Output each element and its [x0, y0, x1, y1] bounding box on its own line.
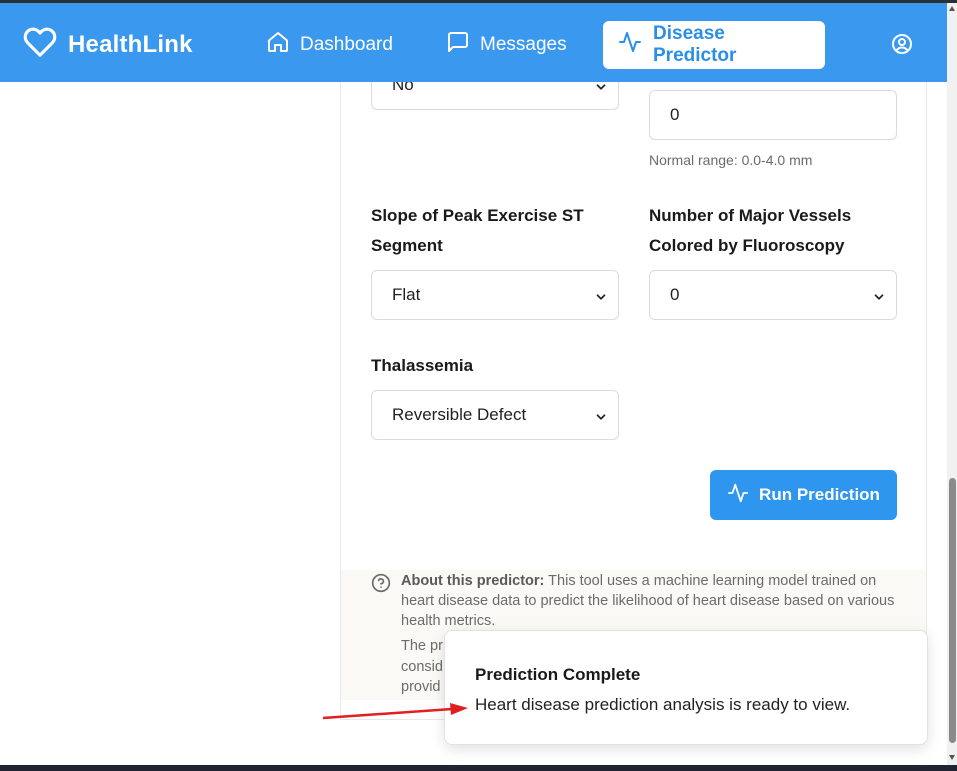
- thalassemia-value: Reversible Defect: [392, 405, 527, 424]
- help-circle-icon: [371, 573, 391, 598]
- about-predictor-title: About this predictor:: [401, 573, 545, 589]
- vessels-label: Number of Major Vessels Colored by Fluor…: [649, 206, 852, 255]
- scrollbar-thumb[interactable]: [949, 478, 956, 743]
- run-prediction-button[interactable]: Run Prediction: [710, 470, 897, 520]
- slope-value: Flat: [392, 285, 421, 304]
- toast-title: Prediction Complete: [475, 665, 641, 684]
- scroll-down-arrow-icon[interactable]: [949, 755, 955, 760]
- chevron-down-icon: [872, 289, 886, 309]
- slope-select[interactable]: Flat: [371, 270, 619, 320]
- chevron-down-icon: [594, 79, 608, 99]
- brand-name: HealthLink: [68, 30, 193, 58]
- nav-dashboard-label: Dashboard: [300, 34, 393, 55]
- window-bottom-strip: [0, 765, 957, 771]
- scroll-up-arrow-icon[interactable]: [949, 6, 955, 11]
- about-predictor-text: About this predictor: This tool uses a m…: [401, 571, 901, 631]
- nav-disease-predictor[interactable]: Disease Predictor: [603, 21, 825, 69]
- st-depression-hint: Normal range: 0.0-4.0 mm: [649, 152, 813, 168]
- top-navbar: HealthLink Dashboard Messages Disease Pr…: [0, 3, 947, 82]
- st-depression-input[interactable]: 0: [649, 90, 897, 140]
- home-icon: [266, 30, 300, 60]
- nav-messages-label: Messages: [480, 34, 567, 55]
- nav-dashboard[interactable]: Dashboard: [252, 21, 407, 69]
- slope-label: Slope of Peak Exercise ST Segment: [371, 206, 584, 255]
- run-prediction-label: Run Prediction: [759, 485, 880, 504]
- chevron-down-icon: [594, 289, 608, 309]
- chevron-down-icon: [594, 409, 608, 429]
- toast-description: Heart disease prediction analysis is rea…: [475, 695, 851, 714]
- vessels-value: 0: [670, 285, 680, 304]
- activity-icon: [617, 30, 653, 60]
- nav-messages[interactable]: Messages: [432, 21, 581, 69]
- heart-icon: [22, 25, 58, 64]
- brand-logo[interactable]: HealthLink: [22, 25, 193, 64]
- profile-button[interactable]: [890, 32, 914, 61]
- message-icon: [446, 30, 480, 60]
- thalassemia-label: Thalassemia: [371, 356, 474, 375]
- vessels-select[interactable]: 0: [649, 270, 897, 320]
- st-depression-value: 0: [670, 105, 680, 124]
- prediction-toast[interactable]: Prediction Complete Heart disease predic…: [444, 630, 928, 745]
- thalassemia-select[interactable]: Reversible Defect: [371, 390, 619, 440]
- user-circle-icon: [890, 34, 914, 60]
- activity-icon: [727, 482, 759, 509]
- nav-disease-predictor-label: Disease Predictor: [653, 23, 737, 66]
